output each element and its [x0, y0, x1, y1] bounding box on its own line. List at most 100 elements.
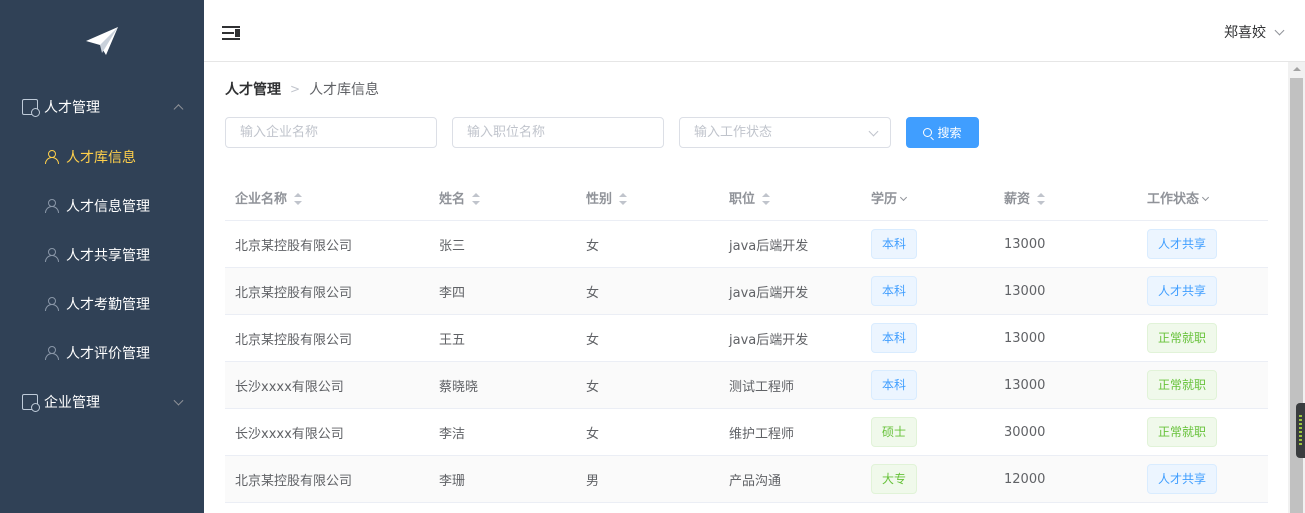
cell-name: 蔡晓晓	[439, 379, 479, 395]
cell-name: 张三	[439, 238, 466, 254]
sidebar-item-talent-info[interactable]: 人才信息管理	[0, 181, 204, 230]
work-status-tag: 人才共享	[1147, 276, 1218, 306]
sidebar-item-label: 人才信息管理	[66, 198, 150, 215]
cell-salary: 13000	[1004, 330, 1046, 346]
breadcrumb-current: 人才库信息	[309, 82, 380, 98]
breadcrumb-parent[interactable]: 人才管理	[225, 79, 281, 99]
cell-salary: 13000	[1004, 377, 1046, 393]
search-button[interactable]: 搜索	[906, 117, 979, 148]
app-root: 人才管理 人才库信息 人才信息管理 人才共享管理 人才考勤管理 人才评价管理 企…	[0, 0, 1305, 513]
table-row[interactable]: 北京某控股有限公司 李珊 男 产品沟通 大专 12000 人才共享	[225, 456, 1268, 503]
table-header: 企业名称 姓名 性别 职位 学历 薪资 工作状态	[225, 174, 1268, 221]
table-row[interactable]: 长沙xxxx有限公司 李洁 女 维护工程师 硕士 30000 正常就职	[225, 409, 1268, 456]
cell-salary: 13000	[1004, 283, 1046, 299]
chevron-down-icon	[173, 395, 184, 406]
cell-position: 维护工程师	[729, 426, 795, 442]
cell-company: 北京某控股有限公司	[235, 285, 353, 301]
user-icon	[44, 149, 62, 164]
sidebar-item-label: 人才考勤管理	[66, 296, 150, 313]
cell-position: 产品沟通	[729, 473, 782, 489]
cell-position: java后端开发	[729, 285, 809, 301]
cell-position: java后端开发	[729, 332, 809, 348]
menu-group-talent[interactable]: 人才管理	[0, 82, 204, 132]
table-row[interactable]: 北京某控股有限公司 王五 女 java后端开发 本科 13000 正常就职	[225, 315, 1268, 362]
breadcrumb: 人才管理 > 人才库信息	[225, 79, 379, 99]
column-header-salary[interactable]: 薪资	[994, 188, 1137, 207]
cell-gender: 女	[586, 332, 600, 348]
sidebar-item-talent-attendance[interactable]: 人才考勤管理	[0, 279, 204, 328]
work-status-tag: 人才共享	[1147, 229, 1218, 259]
education-tag: 硕士	[871, 417, 918, 447]
user-icon	[44, 296, 62, 311]
education-tag: 本科	[871, 370, 918, 400]
top-header: 郑喜姣	[204, 0, 1305, 62]
cell-company: 北京某控股有限公司	[235, 332, 353, 348]
column-header-work-status[interactable]: 工作状态	[1137, 188, 1268, 207]
sidebar-item-label: 人才评价管理	[66, 345, 150, 362]
sidebar: 人才管理 人才库信息 人才信息管理 人才共享管理 人才考勤管理 人才评价管理 企…	[0, 0, 204, 513]
cell-position: java后端开发	[729, 238, 809, 254]
menu-group-enterprise[interactable]: 企业管理	[0, 377, 204, 427]
sidebar-item-talent-sharing[interactable]: 人才共享管理	[0, 230, 204, 279]
floating-side-widget[interactable]	[1296, 403, 1305, 458]
position-name-input[interactable]	[452, 117, 664, 148]
main-content: 人才管理 > 人才库信息 搜索 企业名称 姓名 性别 职位 学历 薪	[204, 62, 1288, 513]
user-name: 郑喜姣	[1224, 25, 1266, 41]
filter-chevron-icon[interactable]	[1201, 193, 1210, 201]
work-status-tag: 人才共享	[1147, 464, 1218, 494]
sort-icon[interactable]	[761, 193, 771, 205]
column-header-company[interactable]: 企业名称	[225, 188, 429, 207]
cell-name: 王五	[439, 332, 466, 348]
menu-group-talent-label: 人才管理	[44, 100, 100, 116]
cell-name: 李四	[439, 285, 466, 301]
cell-name: 李洁	[439, 426, 466, 442]
table-row[interactable]: 北京某控股有限公司 张三 女 java后端开发 本科 13000 人才共享	[225, 221, 1268, 268]
menu-group-enterprise-label: 企业管理	[44, 395, 100, 411]
column-header-position[interactable]: 职位	[719, 188, 861, 207]
cell-gender: 女	[586, 238, 600, 254]
filter-chevron-icon[interactable]	[899, 193, 908, 201]
scroll-up-arrow-icon[interactable]	[1293, 67, 1301, 71]
logo[interactable]	[0, 0, 204, 82]
sort-icon[interactable]	[618, 193, 628, 205]
cell-gender: 女	[586, 426, 600, 442]
work-status-select[interactable]	[679, 117, 891, 148]
sort-icon[interactable]	[1036, 193, 1046, 205]
talent-table: 企业名称 姓名 性别 职位 学历 薪资 工作状态 北京某控股有限公司 张三 女 …	[225, 174, 1268, 503]
cell-salary: 12000	[1004, 471, 1046, 487]
chevron-up-icon	[173, 104, 184, 115]
sidebar-item-talent-library[interactable]: 人才库信息	[0, 132, 204, 181]
column-header-gender[interactable]: 性别	[576, 188, 719, 207]
table-row[interactable]: 长沙xxxx有限公司 蔡晓晓 女 测试工程师 本科 13000 正常就职	[225, 362, 1268, 409]
cell-salary: 13000	[1004, 236, 1046, 252]
education-tag: 本科	[871, 276, 918, 306]
table-row[interactable]: 北京某控股有限公司 李四 女 java后端开发 本科 13000 人才共享	[225, 268, 1268, 315]
breadcrumb-separator-icon: >	[290, 82, 301, 96]
sidebar-item-talent-evaluation[interactable]: 人才评价管理	[0, 328, 204, 377]
work-status-input[interactable]	[679, 117, 891, 148]
sort-icon[interactable]	[293, 193, 303, 205]
company-name-input[interactable]	[225, 117, 437, 148]
sidebar-item-label: 人才库信息	[66, 149, 136, 166]
user-dropdown[interactable]: 郑喜姣	[1224, 22, 1285, 42]
filter-bar: 搜索	[225, 117, 979, 148]
paper-plane-icon	[86, 27, 118, 55]
column-header-education[interactable]: 学历	[861, 188, 994, 207]
education-tag: 本科	[871, 229, 918, 259]
cell-company: 长沙xxxx有限公司	[235, 426, 344, 442]
user-icon	[44, 247, 62, 262]
cell-position: 测试工程师	[729, 379, 795, 395]
education-tag: 本科	[871, 323, 918, 353]
search-icon	[923, 128, 933, 137]
cell-company: 北京某控股有限公司	[235, 473, 353, 489]
column-header-name[interactable]: 姓名	[429, 188, 576, 207]
sort-icon[interactable]	[471, 193, 481, 205]
cell-company: 北京某控股有限公司	[235, 238, 353, 254]
cell-gender: 女	[586, 379, 600, 395]
work-status-tag: 正常就职	[1147, 417, 1218, 447]
search-button-label: 搜索	[937, 126, 962, 140]
menu-toggle-icon[interactable]	[222, 26, 240, 40]
chevron-down-icon	[1274, 25, 1285, 35]
cell-salary: 30000	[1004, 424, 1046, 440]
cell-gender: 女	[586, 285, 600, 301]
